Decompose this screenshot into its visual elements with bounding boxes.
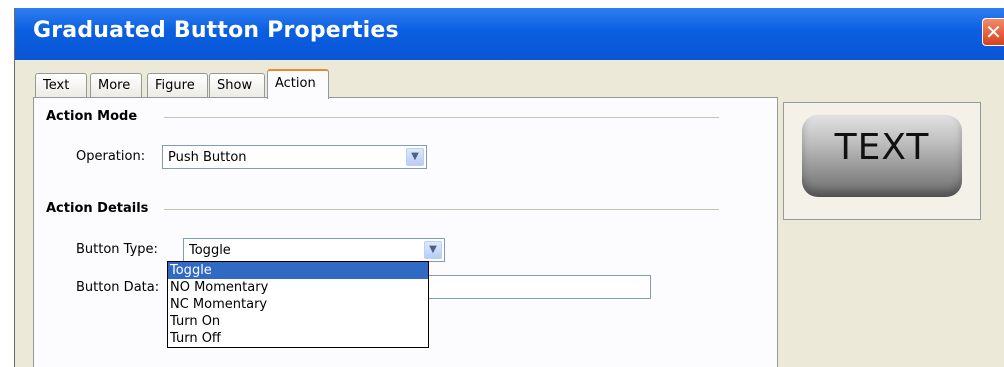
window-title: Graduated Button Properties (33, 18, 399, 43)
dropdown-option-turn-off[interactable]: Turn Off (168, 330, 428, 347)
dropdown-option-nc-momentary[interactable]: NC Momentary (168, 296, 428, 313)
dropdown-option-turn-on[interactable]: Turn On (168, 313, 428, 330)
chevron-down-icon[interactable]: ▼ (406, 148, 424, 166)
tab-text[interactable]: Text (35, 73, 87, 97)
dropdown-option-no-momentary[interactable]: NO Momentary (168, 279, 428, 296)
chevron-down-icon[interactable]: ▼ (424, 241, 442, 259)
tab-figure[interactable]: Figure (147, 73, 208, 97)
operation-value: Push Button (168, 150, 247, 165)
dropdown-option-toggle[interactable]: Toggle (168, 262, 428, 279)
action-details-divider (164, 209, 719, 210)
dialog-client-area: Text More Figure Show Action Action Mode… (15, 60, 1004, 367)
close-button[interactable]: ✕ (982, 18, 1004, 46)
action-details-heading: Action Details (46, 201, 149, 216)
button-type-label: Button Type: (76, 242, 158, 257)
preview-button-text: TEXT (834, 127, 930, 168)
button-type-select[interactable]: Toggle ▼ (183, 238, 445, 262)
action-mode-heading: Action Mode (46, 109, 138, 124)
operation-select[interactable]: Push Button ▼ (162, 145, 427, 169)
tab-action[interactable]: Action (267, 69, 329, 99)
tab-show[interactable]: Show (209, 73, 265, 97)
button-preview-area: TEXT (783, 102, 981, 220)
preview-button: TEXT (802, 115, 962, 197)
title-bar[interactable]: Graduated Button Properties ✕ (15, 8, 1004, 60)
action-mode-divider (164, 117, 719, 118)
dialog-window: Graduated Button Properties ✕ Text More … (14, 8, 1004, 367)
tab-more[interactable]: More (90, 73, 142, 97)
button-type-value: Toggle (189, 243, 231, 258)
button-data-label: Button Data: (76, 280, 160, 295)
button-type-dropdown-list[interactable]: Toggle NO Momentary NC Momentary Turn On… (167, 261, 429, 348)
operation-label: Operation: (76, 149, 146, 164)
close-icon: ✕ (985, 20, 1002, 44)
